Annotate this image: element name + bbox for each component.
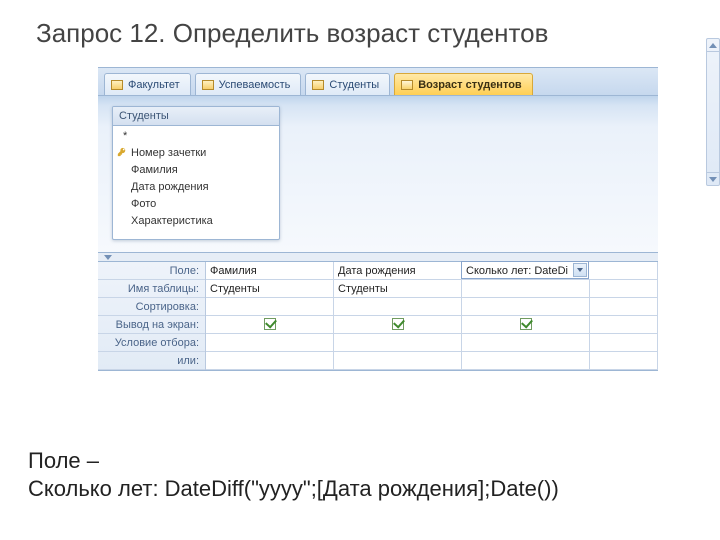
qbe-empty-cell[interactable] bbox=[589, 262, 658, 279]
chevron-down-icon bbox=[104, 255, 112, 260]
row-label-or: или: bbox=[98, 352, 205, 370]
source-table-title: Студенты bbox=[113, 107, 279, 126]
checkbox-checked-icon bbox=[264, 318, 276, 330]
qbe-field-cell[interactable]: Дата рождения bbox=[334, 262, 462, 279]
tab-label: Студенты bbox=[329, 79, 379, 91]
qbe-criteria-cell[interactable] bbox=[462, 334, 590, 351]
footer-line-1: Поле – bbox=[28, 447, 559, 475]
footer-explanation: Поле – Сколько лет: DateDiff("yyyy";[Дат… bbox=[28, 447, 559, 502]
qbe-field-cell[interactable]: Фамилия bbox=[206, 262, 334, 279]
vertical-scrollbar[interactable] bbox=[706, 38, 720, 186]
qbe-or-cell[interactable] bbox=[334, 352, 462, 369]
row-label-table: Имя таблицы: bbox=[98, 280, 205, 298]
tab-label: Возраст студентов bbox=[418, 79, 521, 91]
qbe-criteria-cell[interactable] bbox=[206, 334, 334, 351]
qbe-show-cell[interactable] bbox=[334, 316, 462, 333]
tab-label: Успеваемость bbox=[219, 79, 291, 91]
row-label-show: Вывод на экран: bbox=[98, 316, 205, 334]
design-surface[interactable]: Студенты * Номер зачетки Фамилия Дата ро… bbox=[98, 96, 658, 252]
field-pk[interactable]: Номер зачетки bbox=[113, 145, 279, 162]
source-table-box[interactable]: Студенты * Номер зачетки Фамилия Дата ро… bbox=[112, 106, 280, 240]
row-label-sort: Сортировка: bbox=[98, 298, 205, 316]
row-label-criteria: Условие отбора: bbox=[98, 334, 205, 352]
object-tabs-bar: Факультет Успеваемость Студенты Возраст … bbox=[98, 68, 658, 96]
tab-students[interactable]: Студенты bbox=[305, 73, 390, 95]
checkbox-checked-icon bbox=[520, 318, 532, 330]
tab-progress[interactable]: Успеваемость bbox=[195, 73, 302, 95]
qbe-table-cell[interactable]: Студенты bbox=[206, 280, 334, 297]
tab-faculty[interactable]: Факультет bbox=[104, 73, 191, 95]
qbe-field-cell-active[interactable]: Сколько лет: DateDi bbox=[461, 261, 589, 279]
checkbox-checked-icon bbox=[392, 318, 404, 330]
field-label: Номер зачетки bbox=[131, 147, 206, 159]
scroll-up-icon[interactable] bbox=[707, 39, 719, 52]
qbe-table-cell[interactable] bbox=[462, 280, 590, 297]
qbe-sort-cell[interactable] bbox=[462, 298, 590, 315]
qbe-empty-cell[interactable] bbox=[590, 298, 658, 315]
field-item[interactable]: Характеристика bbox=[113, 213, 279, 230]
field-star[interactable]: * bbox=[113, 128, 279, 145]
slide-title: Запрос 12. Определить возраст студентов bbox=[0, 0, 720, 59]
primary-key-icon bbox=[117, 147, 127, 157]
qbe-empty-cell[interactable] bbox=[590, 280, 658, 297]
qbe-show-cell[interactable] bbox=[206, 316, 334, 333]
table-icon bbox=[312, 80, 324, 90]
dropdown-arrow-icon[interactable] bbox=[573, 263, 587, 277]
qbe-grid: Поле: Имя таблицы: Сортировка: Вывод на … bbox=[98, 262, 658, 370]
access-query-designer: Факультет Успеваемость Студенты Возраст … bbox=[98, 67, 658, 371]
qbe-or-cell[interactable] bbox=[206, 352, 334, 369]
query-icon bbox=[401, 80, 413, 90]
qbe-criteria-cell[interactable] bbox=[334, 334, 462, 351]
tab-age-query[interactable]: Возраст студентов bbox=[394, 73, 532, 95]
qbe-table-cell[interactable]: Студенты bbox=[334, 280, 462, 297]
qbe-field-text: Сколько лет: DateDi bbox=[466, 265, 568, 277]
scroll-down-icon[interactable] bbox=[707, 172, 719, 185]
qbe-sort-cell[interactable] bbox=[206, 298, 334, 315]
qbe-empty-cell[interactable] bbox=[590, 334, 658, 351]
field-item[interactable]: Фамилия bbox=[113, 162, 279, 179]
qbe-show-cell[interactable] bbox=[462, 316, 590, 333]
qbe-row-labels: Поле: Имя таблицы: Сортировка: Вывод на … bbox=[98, 262, 206, 370]
qbe-or-cell[interactable] bbox=[462, 352, 590, 369]
row-label-field: Поле: bbox=[98, 262, 205, 280]
table-icon bbox=[202, 80, 214, 90]
qbe-empty-cell[interactable] bbox=[590, 352, 658, 369]
qbe-columns: Фамилия Дата рождения Сколько лет: DateD… bbox=[206, 262, 658, 370]
table-icon bbox=[111, 80, 123, 90]
field-item[interactable]: Дата рождения bbox=[113, 179, 279, 196]
field-list: * Номер зачетки Фамилия Дата рождения Фо… bbox=[113, 126, 279, 232]
tab-label: Факультет bbox=[128, 79, 180, 91]
field-item[interactable]: Фото bbox=[113, 196, 279, 213]
qbe-sort-cell[interactable] bbox=[334, 298, 462, 315]
footer-line-2: Сколько лет: DateDiff("yyyy";[Дата рожде… bbox=[28, 475, 559, 503]
qbe-empty-cell[interactable] bbox=[590, 316, 658, 333]
